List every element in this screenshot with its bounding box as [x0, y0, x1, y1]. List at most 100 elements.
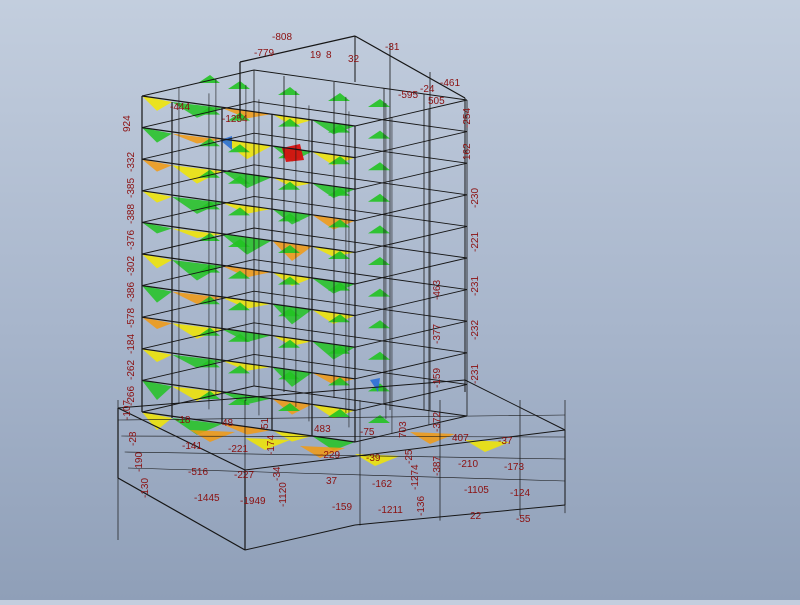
value-label-podium: 703 [398, 421, 409, 438]
value-label-right-column: -230 [470, 188, 481, 208]
value-label-top: 19 [310, 50, 322, 61]
beam-moment-diagram [368, 162, 390, 171]
beam-moment-diagram [368, 130, 390, 139]
value-label-podium: -159 [332, 502, 352, 513]
value-label-podium: -25 [404, 449, 415, 464]
value-label-top: -808 [272, 32, 292, 43]
floor-beam-right [354, 383, 468, 411]
beam-moment-diagram [278, 87, 300, 95]
beam-moment-diagram [368, 415, 390, 423]
value-label-podium: -229 [320, 450, 340, 461]
peak-stress-region [282, 144, 304, 162]
value-label-top: -24 [420, 84, 435, 95]
floor-beam-right [354, 194, 468, 222]
beam-moment-diagram [368, 99, 390, 107]
value-label-podium: -34 [272, 466, 283, 481]
beam-moment-diagram [368, 225, 390, 234]
value-label-podium: -1120 [278, 482, 289, 507]
value-label-podium: -1211 [378, 505, 403, 516]
value-label-left-column: -386 [126, 282, 137, 302]
value-label-right-column: -372 [432, 412, 443, 432]
value-labels: -808 -779 -31 19 8 32 -461 -24505 -595 -254 924 -12… [122, 32, 531, 525]
value-label-top: -1254 [222, 114, 248, 125]
value-label-podium: -55 [516, 514, 531, 525]
beam-moment-diagram [368, 257, 390, 265]
podium-roof [464, 379, 566, 431]
value-label-podium: 22 [470, 511, 482, 522]
value-label-top: -595 [398, 90, 418, 101]
value-label-podium: 51 [260, 417, 271, 429]
podium-base [117, 477, 246, 551]
value-label-top: 505 [428, 96, 445, 107]
beam-moment-diagram [368, 320, 390, 329]
floor-beam-right [354, 289, 468, 317]
model-viewport[interactable]: -808 -779 -31 19 8 32 -461 -24 505 -595 -254 924 -12… [0, 0, 800, 600]
beam-moment-diagram [328, 93, 350, 101]
floor-beam-right [354, 162, 468, 190]
value-label-podium: -136 [416, 496, 427, 516]
value-label-podium: -174 [266, 435, 277, 455]
beam-moment-diagram [228, 81, 250, 89]
value-label-podium: 37 [326, 476, 338, 487]
value-label-podium: -141 [182, 441, 202, 452]
structure-view[interactable]: -808 -779 -31 19 8 32 -461 -24505 -595 -254 924 -12… [0, 0, 800, 600]
beam-moment-diagram [368, 193, 390, 202]
value-label-podium: -227 [234, 470, 254, 481]
value-label-right-column: -387 [432, 456, 443, 476]
value-label-podium: -1274 [410, 464, 421, 490]
beam-moment-diagram [312, 183, 355, 199]
value-label-podium: -1445 [194, 493, 220, 504]
value-label-left-column: -262 [126, 360, 137, 380]
value-label-podium: -173 [504, 462, 524, 473]
value-label-left-column: -578 [126, 308, 137, 328]
structural-frame [117, 35, 566, 551]
value-label-right-column: -159 [432, 368, 443, 388]
value-label-left-column: -302 [126, 256, 137, 276]
value-label-right-column: -463 [432, 280, 443, 300]
beam-moment-diagram [222, 392, 272, 405]
value-label-podium: -107 [122, 400, 133, 420]
value-label-podium: -124 [510, 488, 530, 499]
value-label-top: 924 [122, 115, 133, 132]
beam-moment-diagram [142, 380, 172, 401]
value-label-top: 32 [348, 54, 360, 65]
floor-beam-right [354, 352, 468, 380]
value-label-podium: -210 [458, 459, 478, 470]
value-label-left-column: -385 [126, 178, 137, 198]
value-label-right-column: -232 [470, 320, 481, 340]
beam-moment-diagram [368, 351, 390, 360]
value-label-podium: -221 [228, 444, 248, 455]
value-label-podium: -190 [134, 452, 145, 472]
floor-beam-right [354, 225, 468, 253]
value-label-podium: -18 [176, 415, 191, 426]
value-label-podium: -37 [498, 436, 513, 447]
value-label-top: -444 [170, 102, 190, 113]
value-label-left-column: -388 [126, 204, 137, 224]
value-label-top: 162 [462, 143, 473, 160]
floor-beam-right [354, 320, 468, 348]
value-label-right-column: -231 [470, 276, 481, 296]
value-label-left-column: -376 [126, 230, 137, 250]
value-label-left-column: -184 [126, 334, 137, 354]
value-label-podium: 48 [222, 418, 234, 429]
value-label-top: -31 [385, 42, 400, 53]
value-label-podium: -162 [372, 479, 392, 490]
podium-base [244, 524, 356, 551]
value-label-podium: -39 [366, 453, 381, 464]
value-label-podium: 407 [452, 433, 469, 444]
floor-beam-right [354, 257, 468, 285]
beam-moment-diagram [368, 288, 390, 297]
beam-moment-diagram [312, 278, 355, 294]
value-label-top: -254 [462, 108, 473, 128]
value-label-podium: 483 [314, 424, 331, 435]
value-label-right-column: -377 [432, 324, 443, 344]
force-diagrams [142, 75, 510, 466]
podium-moment-diagram [410, 432, 455, 444]
value-label-podium: -28 [128, 431, 139, 446]
value-label-top: -461 [440, 78, 460, 89]
floor-beam-right [354, 131, 468, 159]
value-label-right-column: -231 [470, 364, 481, 384]
value-label-podium: -130 [140, 478, 151, 498]
value-label-top: -779 [254, 48, 274, 59]
beam-moment-diagram [312, 214, 355, 230]
